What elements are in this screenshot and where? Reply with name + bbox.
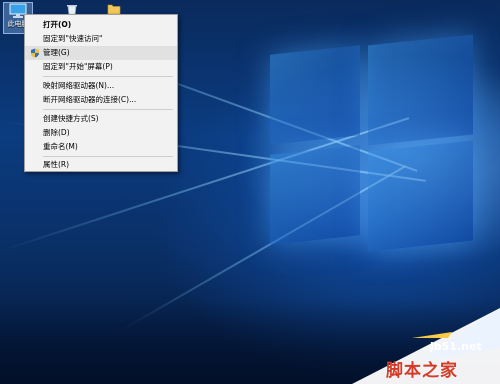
menu-item-pin-start[interactable]: 固定到"开始"屏幕(P) — [25, 60, 177, 74]
menu-item-open[interactable]: 打开(O) — [25, 18, 177, 32]
wallpaper-windows-logo — [250, 10, 490, 310]
shield-icon — [31, 48, 39, 58]
context-menu: 打开(O) 固定到"快速访问" 管理(G) 固定到"开始"屏幕(P) 映射网络驱… — [24, 14, 178, 172]
menu-item-manage[interactable]: 管理(G) — [25, 46, 177, 60]
menu-separator — [43, 156, 173, 157]
menu-item-delete[interactable]: 删除(D) — [25, 126, 177, 140]
menu-separator — [43, 109, 173, 110]
menu-item-rename[interactable]: 重命名(M) — [25, 140, 177, 154]
watermark-site: jb51.net — [430, 340, 482, 353]
menu-item-create-shortcut[interactable]: 创建快捷方式(S) — [25, 112, 177, 126]
menu-item-properties[interactable]: 属性(R) — [25, 158, 177, 172]
menu-item-manage-label: 管理(G) — [43, 48, 70, 57]
menu-item-pin-quick-access[interactable]: 固定到"快速访问" — [25, 32, 177, 46]
watermark-name: 脚本之家 — [386, 361, 458, 381]
menu-item-map-network-drive[interactable]: 映射网络驱动器(N)... — [25, 79, 177, 93]
menu-separator — [43, 76, 173, 77]
menu-item-disconnect-network-drive[interactable]: 断开网络驱动器的连接(C)... — [25, 93, 177, 107]
